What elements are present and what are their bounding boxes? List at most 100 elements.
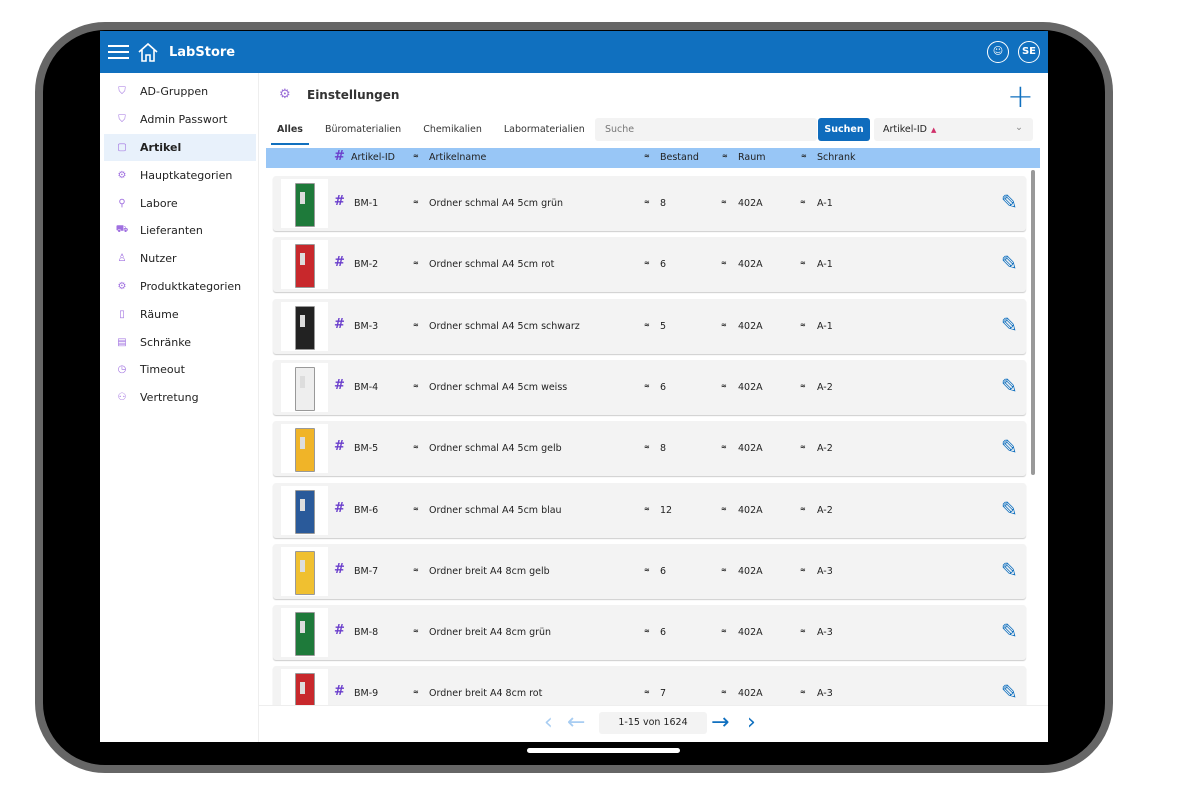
sidebar-item-5[interactable]: ⛟ Lieferanten [104,217,256,245]
first-page-icon[interactable]: ‹ [544,710,553,735]
table-row[interactable]: # BM-9 ≈ Ordner breit A4 8cm rot ≈ 7 ≈ 4… [273,666,1026,705]
last-page-icon[interactable]: › [747,710,756,735]
users-icon: ⚇ [117,392,127,404]
article-image [281,362,328,412]
sidebar-item-0[interactable]: ⛉ AD-Gruppen [104,78,256,106]
edit-icon[interactable]: ✎ [1001,558,1018,582]
text-icon: ≈ [413,320,419,329]
user-icon: ♙ [117,253,127,265]
user-avatar[interactable]: SE [1018,41,1040,63]
tab-0[interactable]: Alles [271,123,309,145]
app-screen: LabStore ☺ SE ⛉ AD-Gruppen ⛉ Admin Passwort… [100,31,1048,742]
app-title: LabStore [169,45,236,60]
profile-icon[interactable]: ☺ [987,41,1009,63]
edit-icon[interactable]: ✎ [1001,680,1018,704]
edit-icon[interactable]: ✎ [1001,190,1018,214]
sidebar-item-4[interactable]: ⚲ Labore [104,189,256,217]
column-artikel-id[interactable]: Artikel-ID [351,152,395,163]
edit-icon[interactable]: ✎ [1001,619,1018,643]
text-icon: ≈ [644,381,650,390]
text-icon: ≈ [800,381,806,390]
edit-icon[interactable]: ✎ [1001,435,1018,459]
article-image [281,669,328,705]
previous-page-icon[interactable]: ← [567,710,585,735]
table-row[interactable]: # BM-6 ≈ Ordner schmal A4 5cm blau ≈ 12 … [273,482,1026,538]
sidebar-item-9[interactable]: ▤ Schränke [104,328,256,356]
shield-icon: ⛉ [118,114,126,126]
add-button[interactable]: + [1007,80,1034,112]
edit-icon[interactable]: ✎ [1001,374,1018,398]
article-image [281,546,328,596]
text-icon: ≈ [413,504,419,513]
article-id: BM-2 [354,259,379,271]
menu-icon[interactable] [108,45,129,59]
sidebar-item-8[interactable]: ▯ Räume [104,300,256,328]
edit-icon[interactable]: ✎ [1001,497,1018,521]
sidebar-item-6[interactable]: ♙ Nutzer [104,245,256,273]
text-icon: ≈ [800,443,806,452]
text-icon: ≈ [721,198,727,206]
sidebar-item-label: Artikel [140,140,182,154]
column-bestand[interactable]: Bestand [660,152,699,163]
tab-2[interactable]: Chemikalien [417,123,488,145]
folder-image [295,428,315,473]
sidebar-item-10[interactable]: ◷ Timeout [104,356,256,384]
microscope-icon: ⚲ [118,197,126,209]
table-row[interactable]: # BM-4 ≈ Ordner schmal A4 5cm weiss ≈ 6 … [273,359,1026,415]
folder-image [295,305,315,350]
column-schrank[interactable]: Schrank [817,152,856,163]
text-icon: ≈ [800,320,806,329]
search-input[interactable]: Suche [595,118,817,141]
article-id: BM-9 [354,688,379,700]
article-stock: 6 [660,627,667,639]
hash-icon: # [334,623,345,639]
article-stock: 7 [660,688,667,700]
sidebar-item-1[interactable]: ⛉ Admin Passwort [104,106,256,134]
article-name: Ordner schmal A4 5cm grün [429,198,564,209]
text-icon: ≈ [722,152,728,160]
article-name: Ordner breit A4 8cm rot [429,688,543,700]
tab-1[interactable]: Büromaterialien [319,123,407,145]
text-icon: ≈ [800,688,806,697]
column-artikelname[interactable]: Artikelname [429,152,486,163]
table-row[interactable]: # BM-8 ≈ Ordner breit A4 8cm grün ≈ 6 ≈ … [273,605,1026,661]
article-name: Ordner breit A4 8cm grün [429,627,552,639]
search-button[interactable]: Suchen [818,118,870,141]
settings-icon: ⚙ [279,87,291,102]
table-row[interactable]: # BM-3 ≈ Ordner schmal A4 5cm schwarz ≈ … [273,298,1026,354]
hash-icon: # [334,316,345,332]
table-row[interactable]: # BM-2 ≈ Ordner schmal A4 5cm rot ≈ 6 ≈ … [273,237,1026,293]
sidebar-item-2[interactable]: ▢ Artikel [104,133,256,162]
edit-icon[interactable]: ✎ [1001,251,1018,275]
article-stock: 12 [660,504,673,516]
sidebar-item-11[interactable]: ⚇ Vertretung [104,384,256,412]
gear-icon: ⚙ [117,169,127,181]
sidebar-item-label: Räume [140,307,179,321]
table-row[interactable]: # BM-1 ≈ Ordner schmal A4 5cm grün ≈ 8 ≈… [273,176,1026,231]
sidebar-item-label: Hauptkategorien [140,168,233,182]
scrollbar[interactable] [1031,170,1035,475]
sidebar-item-7[interactable]: ⚙ Produktkategorien [104,273,256,301]
sidebar: ⛉ AD-Gruppen ⛉ Admin Passwort ▢ Artikel ⚙ Haupt… [104,78,256,742]
sidebar-item-3[interactable]: ⚙ Hauptkategorien [104,161,256,189]
article-room: 402A [738,504,763,516]
sort-dropdown[interactable]: Artikel-ID ▲ ⌄ [874,118,1033,141]
table-row[interactable]: # BM-7 ≈ Ordner breit A4 8cm gelb ≈ 6 ≈ … [273,543,1026,599]
clock-icon: ◷ [117,364,127,376]
text-icon: ≈ [413,259,419,268]
edit-icon[interactable]: ✎ [1001,313,1018,337]
text-icon: ≈ [721,443,727,452]
next-page-icon[interactable]: → [711,710,729,735]
home-icon[interactable] [137,41,159,63]
tab-3[interactable]: Labormaterialien [498,123,591,145]
text-icon: ≈ [800,565,806,574]
article-cabinet: A-3 [817,565,833,577]
text-icon: ≈ [721,565,727,574]
article-name: Ordner schmal A4 5cm weiss [429,381,568,393]
table-row[interactable]: # BM-5 ≈ Ordner schmal A4 5cm gelb ≈ 8 ≈… [273,421,1026,477]
article-room: 402A [738,565,763,577]
article-name: Ordner schmal A4 5cm rot [429,259,555,271]
text-icon: ≈ [644,443,650,452]
article-room: 402A [738,259,763,271]
column-raum[interactable]: Raum [738,152,766,163]
